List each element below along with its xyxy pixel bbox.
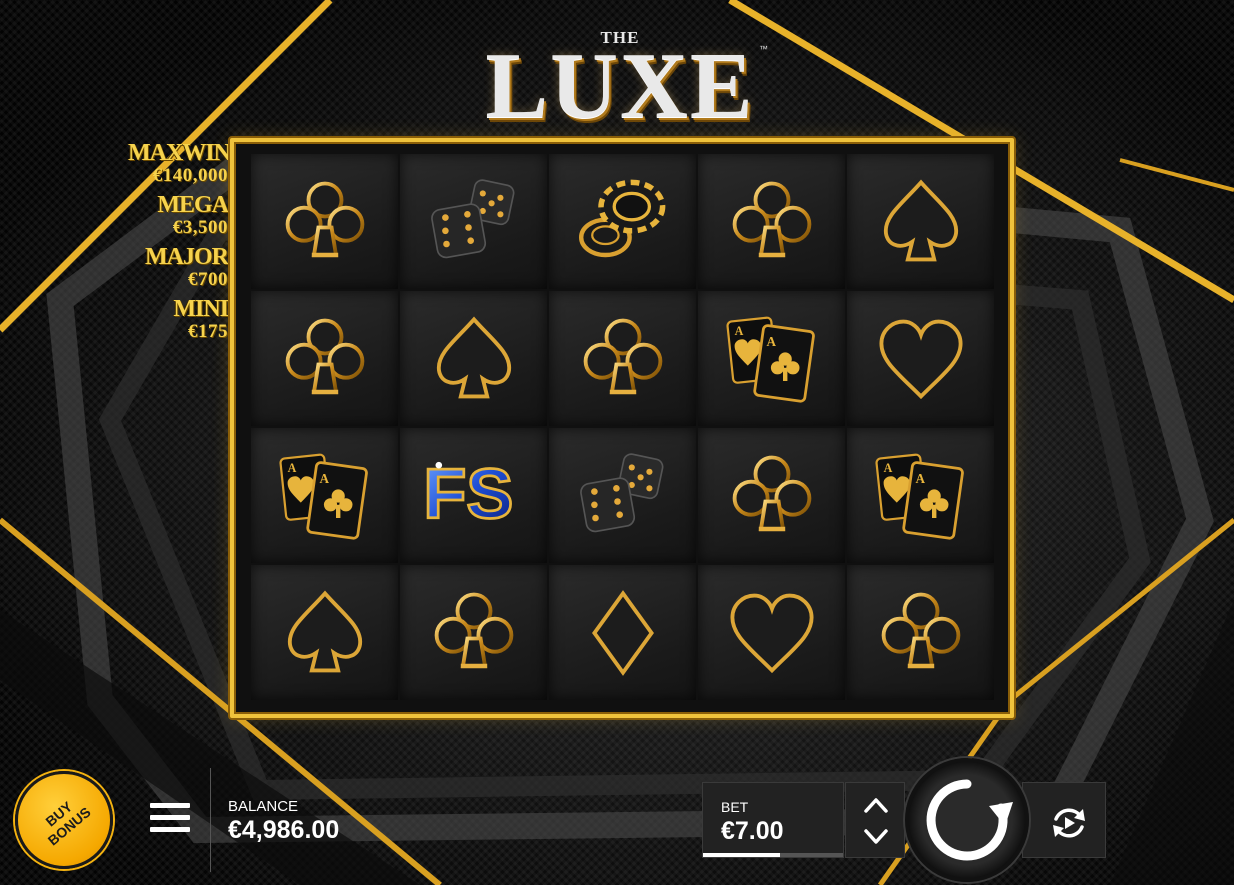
svg-text:A: A [319, 470, 329, 485]
reel-cell-club [251, 154, 398, 289]
svg-text:A: A [287, 460, 296, 474]
jackpot-value: €700 [188, 269, 228, 290]
club-symbol-icon [732, 181, 811, 257]
jackpot-name: MAXWIN [128, 140, 231, 166]
reel-cell-club [251, 291, 398, 426]
jackpot-maxwin: MAXWIN €140,000 [128, 140, 231, 186]
buy-bonus-label: BUY BONUS [42, 798, 94, 849]
spade-symbol-icon [883, 179, 958, 261]
chips-symbol-icon [578, 179, 665, 257]
svg-text:A: A [766, 333, 776, 348]
aces-symbol-icon: A A [278, 453, 368, 540]
reel-grid: A A A A FS A A [251, 154, 994, 700]
jackpot-name: MEGA [157, 192, 229, 218]
reel-cell-chips [549, 154, 696, 289]
jackpot-value: €140,000 [152, 165, 228, 186]
club-symbol-icon [583, 318, 662, 394]
jackpot-major: MAJOR €700 [128, 244, 229, 290]
jackpot-mega: MEGA €3,500 [128, 192, 229, 238]
reel-cell-club [400, 565, 547, 700]
chevron-up-icon[interactable] [862, 793, 890, 817]
buy-bonus-button[interactable]: BUY BONUS [15, 771, 113, 869]
balance-value: €4,986.00 [228, 816, 340, 844]
free-spins-symbol-icon: FS [422, 452, 515, 534]
chevron-down-icon[interactable] [862, 825, 890, 849]
reel-cell-club [698, 154, 845, 289]
logo-title: LUXE [485, 34, 755, 138]
svg-text:A: A [915, 470, 925, 485]
dice-symbol-icon [430, 178, 514, 258]
reel-cell-spade [400, 291, 547, 426]
reel-cell-dice [549, 428, 696, 563]
aces-symbol-icon: A A [874, 453, 964, 540]
aces-symbol-icon: A A [725, 316, 815, 403]
svg-text:A: A [734, 323, 743, 337]
club-symbol-icon [434, 592, 513, 668]
bet-level-bar [703, 853, 843, 857]
heart-symbol-icon [878, 319, 963, 399]
spade-symbol-icon [287, 590, 362, 672]
reel-cell-heart [698, 565, 845, 700]
reel-cell-spade [251, 565, 398, 700]
reel-cell-club [847, 565, 994, 700]
reel-cell-club [698, 428, 845, 563]
club-symbol-icon [881, 592, 960, 668]
club-symbol-icon [285, 318, 364, 394]
reel-cell-aces: A A [251, 428, 398, 563]
jackpot-value: €175 [188, 321, 228, 342]
controls-divider [210, 768, 211, 872]
jackpot-name: MINI [173, 296, 229, 322]
bet-display: BET €7.00 [702, 782, 844, 858]
heart-symbol-icon [729, 593, 814, 673]
bet-label: BET [721, 799, 749, 815]
reel-cell-aces: A A [847, 428, 994, 563]
dice-symbol-icon [579, 452, 663, 532]
reel-cell-dice [400, 154, 547, 289]
logo-trademark: ™ [759, 44, 768, 54]
reel-cell-club [549, 291, 696, 426]
reel-cell-diamond [549, 565, 696, 700]
club-symbol-icon [732, 455, 811, 531]
reel-cell-heart [847, 291, 994, 426]
svg-text:A: A [883, 460, 892, 474]
spin-button[interactable] [905, 758, 1029, 882]
bet-adjuster [845, 782, 905, 858]
reels-frame: A A A A FS A A [230, 138, 1014, 718]
game-logo: THE LUXE ™ [470, 28, 770, 140]
jackpot-value: €3,500 [172, 217, 228, 238]
reel-cell-spade [847, 154, 994, 289]
club-symbol-icon [285, 181, 364, 257]
spade-symbol-icon [436, 316, 511, 398]
hamburger-menu-icon[interactable] [150, 803, 190, 837]
jackpot-name: MAJOR [145, 244, 229, 270]
spin-arrow-icon [926, 779, 1013, 861]
bet-value: €7.00 [721, 817, 784, 845]
reel-cell-aces: A A [698, 291, 845, 426]
balance-label: BALANCE [228, 798, 299, 815]
bet-level-fill [703, 853, 780, 857]
jackpot-mini: MINI €175 [128, 296, 229, 342]
autoplay-button[interactable] [1022, 782, 1106, 858]
diamond-symbol-icon [591, 589, 654, 676]
autoplay-icon [1053, 808, 1085, 838]
jackpot-list: MAXWIN €140,000 MEGA €3,500 MAJOR €700 M… [128, 140, 231, 348]
reel-cell-free-spins: FS [400, 428, 547, 563]
